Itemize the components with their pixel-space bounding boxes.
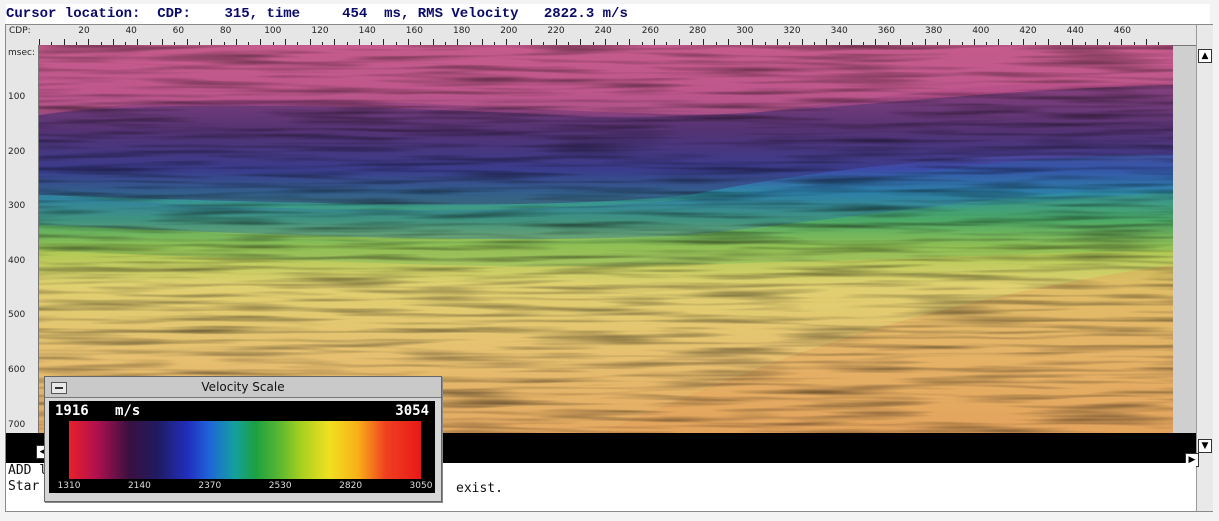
message-line-2: Star xyxy=(8,479,40,494)
velocity-scale-tick: 2370 xyxy=(198,481,222,491)
velocity-scale-tick: 2530 xyxy=(268,481,292,491)
vertical-scrollbar[interactable]: ▲ ▼ ▶ xyxy=(1185,25,1213,511)
cdp-tick-label: 140 xyxy=(358,26,376,36)
cdp-tick-label: 440 xyxy=(1066,26,1084,36)
velocity-scale-window[interactable]: Velocity Scale 1916 m/s 3054 1310 2140 237… xyxy=(44,376,442,502)
window-menu-icon[interactable] xyxy=(51,382,67,394)
time-label: , time xyxy=(249,6,301,22)
cdp-tick-label: 400 xyxy=(972,26,990,36)
velocity-scale-title: Velocity Scale xyxy=(201,380,285,394)
velocity-scale-tick: 1310 xyxy=(57,481,81,491)
time-tick-label: 700 xyxy=(8,419,26,430)
velocity-max-value: 3054 xyxy=(395,403,429,419)
cdp-tick-label: 200 xyxy=(500,26,518,36)
cdp-tick-label: 380 xyxy=(925,26,943,36)
scroll-down-icon[interactable]: ▼ xyxy=(1198,439,1212,453)
velocity-scale-tick: 3050 xyxy=(409,481,433,491)
cdp-tick-label: 80 xyxy=(219,26,232,36)
cdp-tick-label: 320 xyxy=(783,26,801,36)
time-value: 454 xyxy=(342,6,368,22)
rms-velocity-label: RMS Velocity xyxy=(417,6,519,22)
cdp-tick-label: 360 xyxy=(877,26,895,36)
cdp-axis-label: CDP: xyxy=(9,26,31,36)
cdp-label: CDP: xyxy=(157,6,191,22)
velocity-overlay-image xyxy=(39,45,1173,433)
cdp-tick-label: 300 xyxy=(736,26,754,36)
cdp-tick-label: 120 xyxy=(311,26,329,36)
cdp-tick-label: 340 xyxy=(830,26,848,36)
cdp-value: 315 xyxy=(224,6,250,22)
velocity-unit: m/s xyxy=(115,403,141,419)
cdp-tick-label: 260 xyxy=(641,26,659,36)
time-unit: ms, xyxy=(384,6,410,22)
cdp-tick-label: 240 xyxy=(594,26,612,36)
velocity-scale-titlebar[interactable]: Velocity Scale xyxy=(45,377,441,398)
velocity-scale-tick: 2140 xyxy=(127,481,151,491)
time-axis: msec: 100 200 300 400 500 600 700 xyxy=(6,45,39,433)
cdp-tick-label: 180 xyxy=(453,26,471,36)
message-line-2-tail: exist. xyxy=(456,481,503,496)
cdp-tick-label: 100 xyxy=(264,26,282,36)
cdp-tick-label: 160 xyxy=(405,26,423,36)
status-bar: Cursor location: CDP: 315, time 454 ms, … xyxy=(6,4,1210,25)
cdp-tick-label: 20 xyxy=(78,26,90,36)
velocity-color-bar xyxy=(69,421,421,479)
velocity-scale-ticks: 1310 2140 2370 2530 2820 3050 xyxy=(58,481,433,493)
rms-velocity-value: 2822.3 xyxy=(543,6,595,22)
time-tick-label: 100 xyxy=(8,92,26,102)
cdp-tick-label: 460 xyxy=(1113,26,1131,36)
time-tick-label: 200 xyxy=(8,146,26,157)
time-tick-label: 400 xyxy=(8,255,26,266)
velocity-scale-body: 1916 m/s 3054 1310 2140 2370 2530 2820 3050 xyxy=(49,401,435,493)
cdp-tick-label: 60 xyxy=(172,26,185,36)
scroll-up-icon[interactable]: ▲ xyxy=(1198,49,1212,63)
cdp-axis: CDP: 20 40 60 80 100 120 140 160 180 200 220 240 260… xyxy=(6,25,1196,46)
cdp-tick-label: 40 xyxy=(125,26,137,36)
velocity-scale-tick: 2820 xyxy=(339,481,363,491)
seismic-velocity-section[interactable] xyxy=(39,45,1173,433)
cdp-tick-label: 280 xyxy=(689,26,707,36)
time-tick-label: 600 xyxy=(8,365,26,375)
time-tick-label: 500 xyxy=(8,310,26,321)
cursor-location-label: Cursor location: xyxy=(6,6,141,22)
velocity-min-value: 1916 xyxy=(55,403,89,419)
time-axis-label: msec: xyxy=(8,48,35,58)
time-tick-label: 300 xyxy=(8,201,26,212)
message-line-1: ADD l xyxy=(8,463,48,478)
rms-velocity-unit: m/s xyxy=(602,6,628,22)
cdp-tick-label: 420 xyxy=(1019,26,1037,36)
cdp-tick-label: 220 xyxy=(547,26,565,36)
